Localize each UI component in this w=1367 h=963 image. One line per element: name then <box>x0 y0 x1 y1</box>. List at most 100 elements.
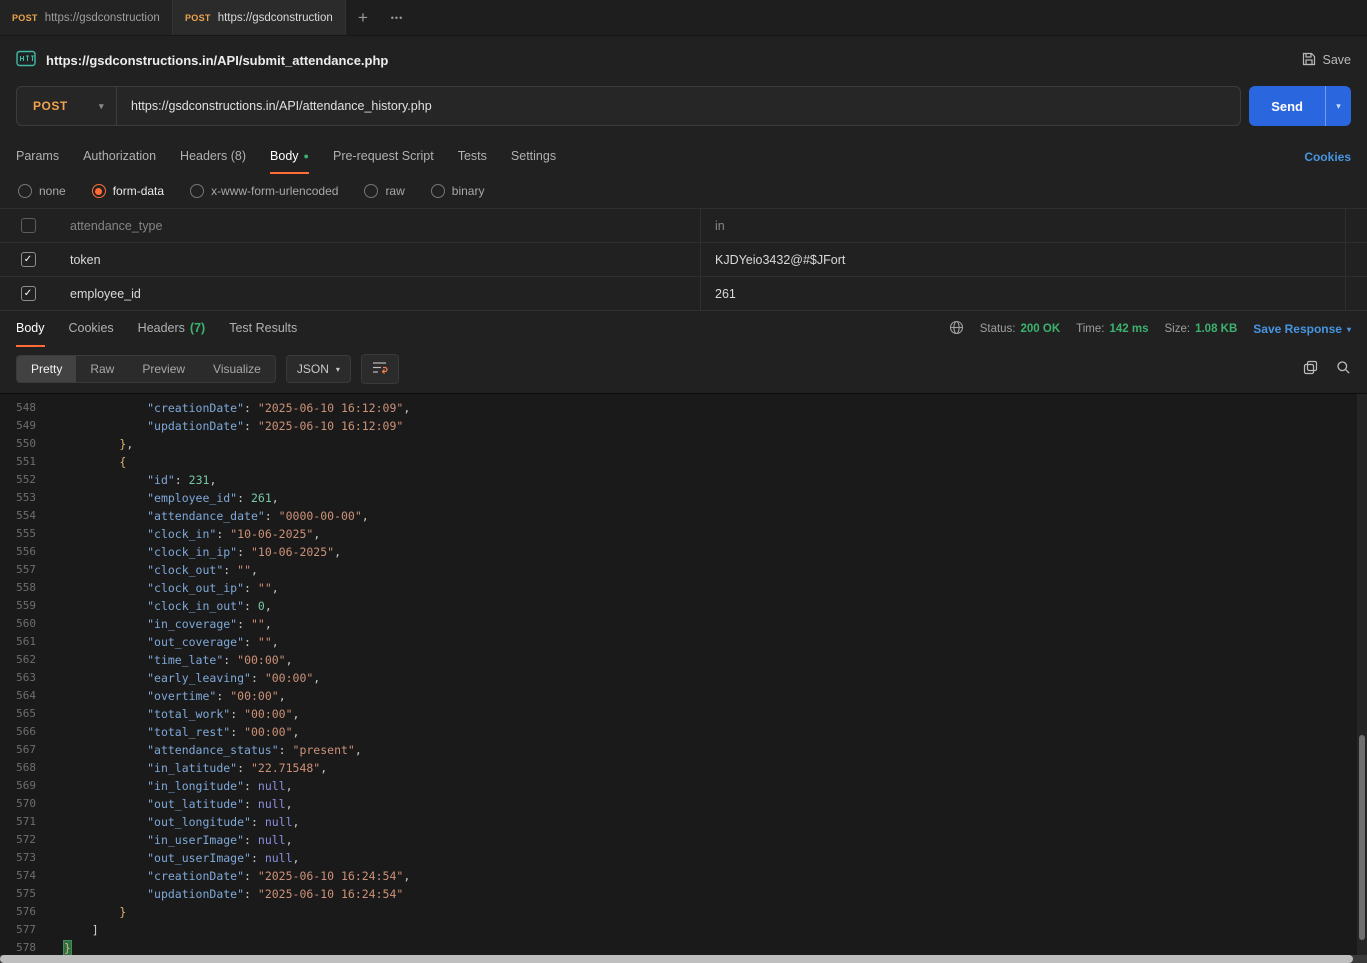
row-key-cell[interactable]: attendance_type <box>56 209 700 242</box>
chevron-down-icon: ▾ <box>336 365 340 374</box>
headers-count: (7) <box>190 321 205 335</box>
mode-label: none <box>39 184 66 198</box>
table-row: ✓ token KJDYeio3432@#$JFort <box>0 243 1367 277</box>
tab-method-badge: POST <box>185 13 211 23</box>
tab-overflow-button[interactable]: ••• <box>380 0 414 35</box>
save-button-label: Save <box>1323 53 1352 67</box>
tab-label: Tests <box>458 149 487 163</box>
mode-binary[interactable]: binary <box>431 184 485 198</box>
save-response-label: Save Response <box>1253 322 1342 336</box>
response-header: Body Cookies Headers (7) Test Results St… <box>0 311 1367 347</box>
row-value-cell[interactable]: KJDYeio3432@#$JFort <box>700 243 1345 276</box>
chevron-down-icon: ▾ <box>1347 325 1351 334</box>
tab-headers[interactable]: Headers (8) <box>180 140 246 174</box>
send-group: Send ▾ <box>1249 86 1351 126</box>
row-value-cell[interactable]: in <box>700 209 1345 242</box>
mode-form-data[interactable]: form-data <box>92 184 164 198</box>
tab-label: Pre-request Script <box>333 149 434 163</box>
network-globe-icon[interactable] <box>949 320 964 338</box>
postman-app: POST https://gsdconstructions POST https… <box>0 0 1367 963</box>
new-tab-button[interactable]: + <box>346 0 380 35</box>
save-button[interactable]: Save <box>1302 52 1352 69</box>
format-label: JSON <box>297 362 329 376</box>
tab-label: Params <box>16 149 59 163</box>
tab-pre-request-script[interactable]: Pre-request Script <box>333 140 434 174</box>
row-checkbox[interactable]: ✓ <box>21 252 36 267</box>
tab-label: Cookies <box>69 321 114 335</box>
response-tab-body[interactable]: Body <box>16 311 45 347</box>
time-value: 142 ms <box>1109 323 1148 335</box>
size-label: Size: <box>1165 323 1191 335</box>
format-dropdown[interactable]: JSON ▾ <box>286 355 351 383</box>
tab-label: Headers (8) <box>180 149 246 163</box>
tab-label: Test Results <box>229 321 297 335</box>
method-dropdown[interactable]: POST ▾ <box>17 87 117 125</box>
wrap-lines-button[interactable] <box>361 354 399 384</box>
status-label: Status: <box>980 323 1016 335</box>
row-description-cell[interactable] <box>1345 243 1367 276</box>
row-description-cell[interactable] <box>1345 277 1367 310</box>
body-modified-dot: ● <box>304 152 309 161</box>
cookies-link[interactable]: Cookies <box>1304 150 1351 164</box>
table-row: ✓ attendance_type in <box>0 209 1367 243</box>
check-icon: ✓ <box>24 254 32 265</box>
horizontal-scrollbar-thumb[interactable] <box>0 955 1353 963</box>
view-visualize[interactable]: Visualize <box>199 356 275 382</box>
save-response-button[interactable]: Save Response ▾ <box>1253 322 1351 336</box>
row-checkbox[interactable]: ✓ <box>21 286 36 301</box>
radio-icon <box>364 184 378 198</box>
request-tab-2[interactable]: POST https://gsdconstructions <box>173 0 346 35</box>
size-value: 1.08 KB <box>1195 323 1237 335</box>
request-tab-1[interactable]: POST https://gsdconstructions <box>0 0 173 35</box>
response-tab-test-results[interactable]: Test Results <box>229 311 297 347</box>
method-label: POST <box>33 99 68 113</box>
tab-body[interactable]: Body ● <box>270 140 309 174</box>
vertical-scrollbar-thumb[interactable] <box>1359 735 1365 940</box>
tab-params[interactable]: Params <box>16 140 59 174</box>
tab-label: Authorization <box>83 149 156 163</box>
mode-none[interactable]: none <box>18 184 66 198</box>
response-body-viewer: 5485495505515525535545555565575585595605… <box>0 393 1367 963</box>
tab-label: Settings <box>511 149 556 163</box>
mode-label: raw <box>385 184 404 198</box>
status-value: 200 OK <box>1021 323 1061 335</box>
tab-tests[interactable]: Tests <box>458 140 487 174</box>
view-preview[interactable]: Preview <box>128 356 199 382</box>
send-options-button[interactable]: ▾ <box>1325 86 1351 126</box>
row-key-cell[interactable]: employee_id <box>56 277 700 310</box>
tab-settings[interactable]: Settings <box>511 140 556 174</box>
response-tab-cookies[interactable]: Cookies <box>69 311 114 347</box>
url-box: POST ▾ <box>16 86 1241 126</box>
time-badge: Time: 142 ms <box>1076 323 1148 335</box>
tab-label: Body <box>16 321 45 335</box>
row-value-cell[interactable]: 261 <box>700 277 1345 310</box>
mode-x-www-form-urlencoded[interactable]: x-www-form-urlencoded <box>190 184 338 198</box>
response-actions <box>1303 360 1351 378</box>
mode-label: x-www-form-urlencoded <box>211 184 338 198</box>
save-icon <box>1302 52 1316 69</box>
row-checkbox[interactable]: ✓ <box>21 218 36 233</box>
tab-method-badge: POST <box>12 13 38 23</box>
response-toolbar: Pretty Raw Preview Visualize JSON ▾ <box>0 347 1367 393</box>
search-response-button[interactable] <box>1336 360 1351 378</box>
chevron-down-icon: ▾ <box>1336 101 1341 111</box>
view-raw[interactable]: Raw <box>76 356 128 382</box>
row-description-cell[interactable] <box>1345 209 1367 242</box>
view-pretty[interactable]: Pretty <box>17 356 76 382</box>
response-code[interactable]: "creationDate": "2025-06-10 16:12:09", "… <box>46 394 1367 963</box>
radio-icon <box>18 184 32 198</box>
horizontal-scrollbar[interactable] <box>0 955 1367 963</box>
check-icon: ✓ <box>24 288 32 299</box>
tab-authorization[interactable]: Authorization <box>83 140 156 174</box>
tab-title: https://gsdconstructions <box>218 12 333 24</box>
size-badge: Size: 1.08 KB <box>1165 323 1238 335</box>
url-input[interactable] <box>117 87 1240 125</box>
send-button[interactable]: Send <box>1249 86 1325 126</box>
row-key-cell[interactable]: token <box>56 243 700 276</box>
vertical-scrollbar[interactable] <box>1357 394 1367 963</box>
copy-response-button[interactable] <box>1303 360 1318 378</box>
response-tab-headers[interactable]: Headers (7) <box>138 311 206 347</box>
body-mode-selector: none form-data x-www-form-urlencoded raw… <box>0 174 1367 208</box>
request-url-row: POST ▾ Send ▾ <box>16 86 1351 126</box>
mode-raw[interactable]: raw <box>364 184 404 198</box>
